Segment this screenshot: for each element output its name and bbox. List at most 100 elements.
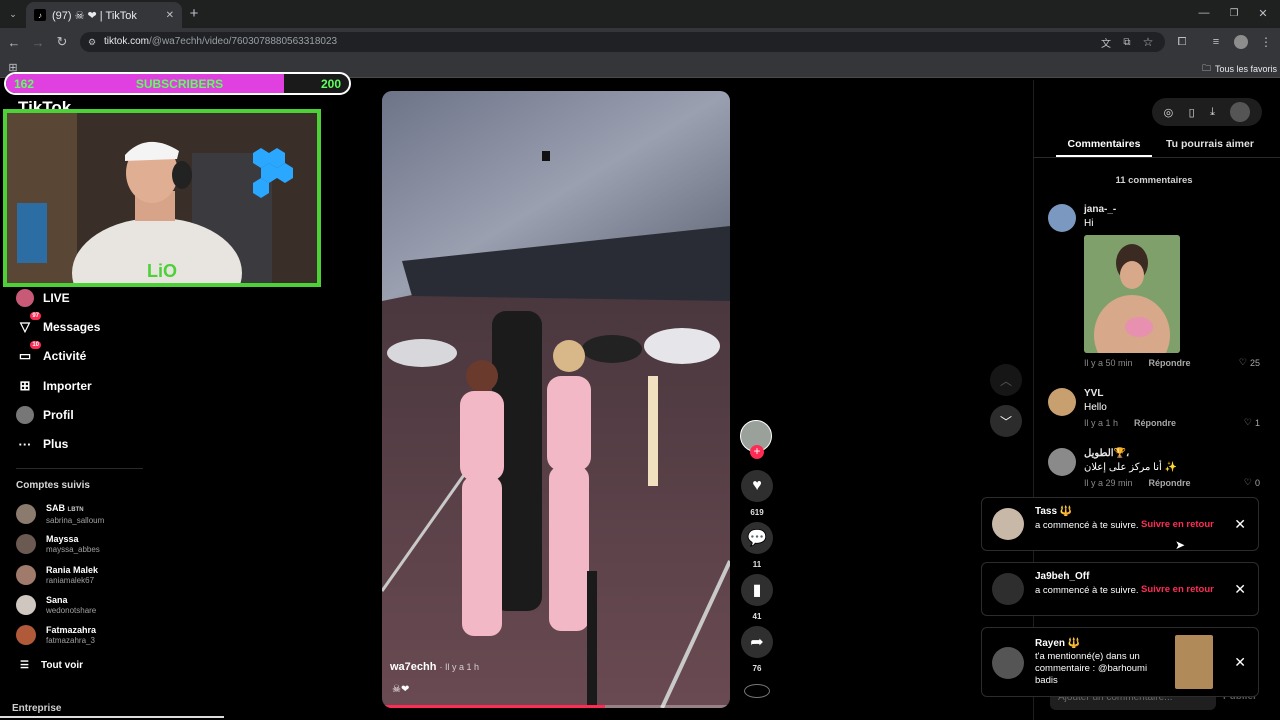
list-icon: ☰ bbox=[20, 660, 29, 671]
reply-button[interactable]: Répondre bbox=[1134, 418, 1176, 428]
following-item[interactable]: SAB LBTN sabrina_salloum bbox=[16, 501, 104, 527]
avatar[interactable] bbox=[992, 647, 1024, 679]
sidebar-item-profile[interactable]: Profil bbox=[16, 405, 74, 425]
footer-link-business[interactable]: Entreprise bbox=[12, 703, 61, 714]
comment-like-count: 0 bbox=[1254, 477, 1260, 488]
browser-tab[interactable]: ♪ (97) ☠ ❤ | TikTok ✕ bbox=[26, 2, 182, 28]
avatar[interactable] bbox=[992, 508, 1024, 540]
comment-action[interactable]: 💬 11 bbox=[740, 522, 774, 569]
activity-icon: ▭ 10 bbox=[18, 341, 41, 363]
previous-video-button[interactable]: ︿ bbox=[990, 364, 1022, 396]
see-all-button[interactable]: ☰ Tout voir bbox=[20, 660, 83, 671]
close-window-icon[interactable]: ✕ bbox=[1255, 5, 1271, 21]
site-info-icon[interactable]: ⚙ bbox=[88, 32, 96, 52]
restore-icon[interactable]: ❐ bbox=[1226, 5, 1242, 21]
back-icon[interactable]: ← bbox=[6, 34, 22, 50]
author-avatar[interactable]: + bbox=[740, 420, 772, 459]
follow-back-button[interactable]: Suivre en retour bbox=[1141, 519, 1214, 530]
chevron-down-icon: ﹀ bbox=[999, 414, 1012, 429]
close-icon[interactable]: ✕ bbox=[1234, 654, 1246, 671]
music-disc-icon[interactable] bbox=[744, 684, 770, 698]
sidebar-item-label: Importer bbox=[43, 379, 92, 393]
download-icon[interactable]: ⤓ bbox=[1210, 106, 1215, 119]
media-control-icon[interactable]: ≡ bbox=[1208, 34, 1224, 50]
close-icon[interactable]: ✕ bbox=[1234, 516, 1246, 533]
browser-menu-icon[interactable]: ⋮ bbox=[1258, 34, 1274, 50]
sub-goal: 200 bbox=[320, 77, 341, 91]
reply-button[interactable]: Répondre bbox=[1149, 358, 1191, 368]
comment-like-button[interactable]: ♡ 25 bbox=[1239, 357, 1260, 368]
sidebar-item-label: Profil bbox=[43, 408, 74, 422]
sidebar-item-label: Plus bbox=[43, 437, 69, 451]
share-action[interactable]: ➦ 76 bbox=[740, 626, 774, 673]
cast-icon[interactable]: ⧉ bbox=[1119, 34, 1135, 50]
following-item[interactable]: Sana wedonotshare bbox=[16, 592, 96, 618]
minimize-icon[interactable]: — bbox=[1196, 5, 1212, 21]
activity-badge: 10 bbox=[30, 341, 41, 349]
following-item[interactable]: Rania Malek raniamalek67 bbox=[16, 562, 98, 588]
forward-icon[interactable]: → bbox=[30, 34, 46, 50]
new-tab-icon[interactable]: + bbox=[186, 5, 202, 22]
video-player[interactable]: wa7echh · Il y a 1 h ☠❤ bbox=[382, 91, 730, 708]
following-username: fatmazahra_3 bbox=[46, 635, 95, 645]
video-progress-track[interactable] bbox=[382, 705, 730, 708]
avatar[interactable] bbox=[1048, 448, 1076, 476]
bookmark-star-icon[interactable]: ☆ bbox=[1140, 34, 1156, 50]
follow-plus-icon[interactable]: + bbox=[750, 445, 764, 459]
compass-icon[interactable]: ◎ bbox=[1164, 106, 1174, 119]
reply-button[interactable]: Répondre bbox=[1149, 478, 1191, 488]
sidebar-item-upload[interactable]: ⊞ Importer bbox=[16, 376, 92, 396]
comment-author[interactable]: jana-_- bbox=[1084, 204, 1116, 215]
avatar bbox=[16, 504, 36, 524]
comment-text: Hi bbox=[1084, 218, 1094, 229]
comment-like-button[interactable]: ♡ 0 bbox=[1244, 477, 1260, 488]
comment-author[interactable]: YVL bbox=[1084, 388, 1103, 399]
extensions-icon[interactable]: ⧠ bbox=[1174, 34, 1190, 50]
avatar[interactable] bbox=[1048, 204, 1076, 232]
avatar bbox=[16, 534, 36, 554]
like-action[interactable]: ♥ 619 bbox=[740, 470, 774, 517]
reload-icon[interactable]: ↻ bbox=[54, 34, 70, 50]
follow-back-button[interactable]: Suivre en retour bbox=[1141, 584, 1214, 595]
address-bar[interactable]: ⚙ tiktok.com/@wa7echh/video/760307888056… bbox=[80, 32, 1165, 52]
sidebar-item-more[interactable]: ··· Plus bbox=[16, 434, 69, 454]
heart-icon[interactable]: ♥ bbox=[741, 470, 773, 502]
video-frame bbox=[382, 91, 730, 708]
translate-icon[interactable]: 文 bbox=[1098, 34, 1114, 50]
following-name: SAB bbox=[46, 502, 66, 513]
all-bookmarks[interactable]: 🗀 Tous les favoris bbox=[1202, 61, 1277, 77]
comment-time: Il y a 50 min bbox=[1084, 358, 1133, 368]
notification-name: Ja9beh_Off bbox=[1035, 571, 1090, 582]
following-name: Rania Malek bbox=[46, 564, 99, 575]
comment-author[interactable]: الطويل🏆، bbox=[1084, 448, 1129, 459]
mention-thumbnail[interactable] bbox=[1175, 635, 1213, 689]
close-icon[interactable]: ✕ bbox=[1234, 581, 1246, 598]
tab-comments[interactable]: Commentaires bbox=[1056, 138, 1152, 150]
tab-search-icon[interactable]: ⌄ bbox=[5, 6, 21, 22]
share-icon[interactable]: ➦ bbox=[741, 626, 773, 658]
notification-message: a commencé à te suivre. bbox=[1035, 585, 1139, 596]
bookmark-icon[interactable]: ▮ bbox=[741, 574, 773, 606]
comment-item: jana-_- Hi Il y a 50 min Répondre ♡ 25 bbox=[1048, 204, 1264, 374]
avatar[interactable] bbox=[1048, 388, 1076, 416]
profile-avatar[interactable] bbox=[1234, 35, 1248, 49]
user-avatar[interactable] bbox=[1230, 102, 1251, 122]
save-action[interactable]: ▮ 41 bbox=[740, 574, 774, 621]
following-item[interactable]: Mayssa mayssa_abbes bbox=[16, 531, 100, 557]
following-item[interactable]: Fatmazahra fatmazahra_3 bbox=[16, 622, 96, 648]
next-video-button[interactable]: ﹀ bbox=[990, 405, 1022, 437]
upload-icon: ⊞ bbox=[19, 378, 31, 393]
video-author[interactable]: wa7echh bbox=[390, 661, 436, 673]
close-tab-icon[interactable]: ✕ bbox=[166, 10, 174, 21]
sidebar-item-live[interactable]: LIVE bbox=[16, 288, 70, 308]
comment-icon[interactable]: 💬 bbox=[741, 522, 773, 554]
tab-suggested[interactable]: Tu pourrais aimer bbox=[1160, 138, 1260, 150]
comment-image[interactable] bbox=[1084, 235, 1180, 353]
avatar[interactable] bbox=[992, 573, 1024, 605]
phone-icon[interactable]: ▯ bbox=[1189, 106, 1195, 119]
notification-toast: Rayen 🔱 t'a mentionné(e) dans un comment… bbox=[981, 627, 1259, 697]
sidebar-item-messages[interactable]: ▽ 97 Messages bbox=[16, 312, 100, 337]
webcam-scene bbox=[7, 113, 317, 283]
sidebar-item-activity[interactable]: ▭ 10 Activité bbox=[16, 341, 86, 366]
comment-like-button[interactable]: ♡ 1 bbox=[1244, 417, 1260, 428]
